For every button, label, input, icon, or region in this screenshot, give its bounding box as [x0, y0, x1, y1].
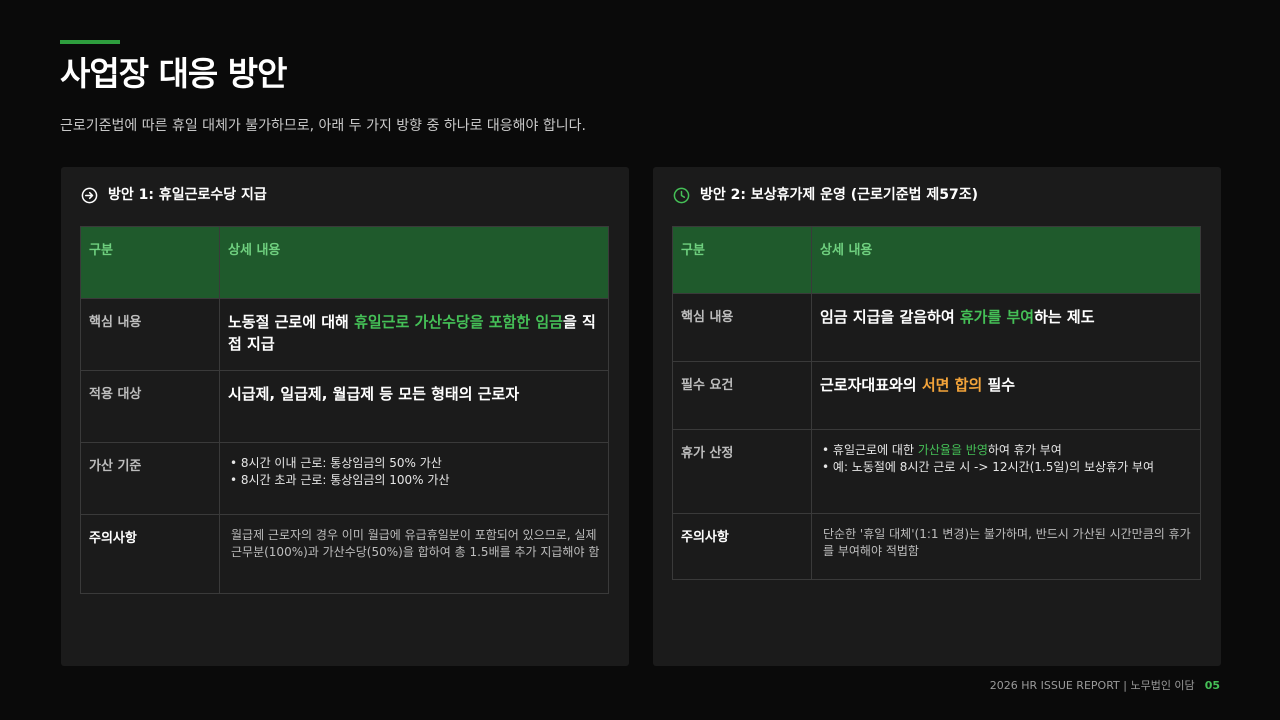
table-row: 휴가 산정 휴일근로에 대한 가산율을 반영하여 휴가 부여 예: 노동절에 8…	[672, 429, 1201, 514]
option-2-title: 방안 2: 보상휴가제 운영 (근로기준법 제57조)	[700, 187, 979, 203]
footer-text: 2026 HR ISSUE REPORT | 노무법인 이담	[989, 679, 1195, 692]
row-value-caution: 월급제 근로자의 경우 이미 월급에 유급휴일분이 포함되어 있으므로, 실제 …	[219, 514, 609, 594]
page-number: 05	[1204, 679, 1220, 692]
column-header-detail: 상세 내용	[811, 226, 1201, 294]
calc-item1-pre: 휴일근로에 대한	[832, 443, 918, 457]
caution-text: 월급제 근로자의 경우 이미 월급에 유급휴일분이 포함되어 있으므로, 실제 …	[231, 528, 600, 559]
clock-icon	[673, 187, 690, 204]
row-value-rate: 8시간 이내 근로: 통상임금의 50% 가산 8시간 초과 근로: 통상임금의…	[219, 442, 609, 515]
row-label-scope: 적용 대상	[80, 370, 220, 443]
column-header-detail: 상세 내용	[219, 226, 609, 299]
page-subtitle: 근로기준법에 따른 휴일 대체가 불가하므로, 아래 두 가지 방향 중 하나로…	[60, 118, 586, 134]
core-text-post: 하는 제도	[1034, 308, 1095, 326]
table-header-row: 구분 상세 내용	[672, 226, 1201, 294]
footer: 2026 HR ISSUE REPORT | 노무법인 이담 05	[990, 678, 1220, 694]
option-1-header: 방안 1: 휴일근로수당 지급	[81, 185, 267, 205]
option-1-title: 방안 1: 휴일근로수당 지급	[108, 187, 267, 203]
column-header-category: 구분	[80, 226, 220, 299]
title-accent-bar	[60, 40, 120, 44]
list-item: 8시간 초과 근로: 통상임금의 100% 가산	[230, 472, 600, 489]
option-1-table: 구분 상세 내용 핵심 내용 노동절 근로에 대해 휴일근로 가산수당을 포함한…	[80, 226, 609, 594]
list-item: 8시간 이내 근로: 통상임금의 50% 가산	[230, 455, 600, 472]
option-2-panel: 방안 2: 보상휴가제 운영 (근로기준법 제57조) 구분 상세 내용 핵심 …	[653, 167, 1221, 666]
row-value-calc: 휴일근로에 대한 가산율을 반영하여 휴가 부여 예: 노동절에 8시간 근로 …	[811, 429, 1201, 514]
table-row: 주의사항 단순한 '휴일 대체'(1:1 변경)는 불가하며, 반드시 가산된 …	[672, 513, 1201, 580]
list-item: 예: 노동절에 8시간 근로 시 -> 12시간(1.5일)의 보상휴가 부여	[822, 459, 1192, 476]
core-text-highlight: 휴일근로 가산수당을 포함한 임금	[354, 313, 563, 331]
table-row: 핵심 내용 임금 지급을 갈음하여 휴가를 부여하는 제도	[672, 293, 1201, 362]
row-value-requirement: 근로자대표와의 서면 합의 필수	[811, 361, 1201, 430]
table-row: 필수 요건 근로자대표와의 서면 합의 필수	[672, 361, 1201, 430]
column-header-category: 구분	[672, 226, 812, 294]
req-text-highlight: 서면 합의	[921, 376, 983, 394]
row-label-core: 핵심 내용	[80, 298, 220, 371]
option-1-panel: 방안 1: 휴일근로수당 지급 구분 상세 내용 핵심 내용 노동절 근로에 대…	[61, 167, 629, 666]
calc-item1-highlight: 가산율을 반영	[917, 443, 988, 457]
scope-text: 시급제, 일급제, 월급제 등 모든 형태의 근로자	[228, 385, 520, 403]
arrow-circle-right-icon	[81, 187, 98, 204]
core-text-pre: 노동절 근로에 대해	[228, 313, 355, 331]
row-value-scope: 시급제, 일급제, 월급제 등 모든 형태의 근로자	[219, 370, 609, 443]
row-label-caution: 주의사항	[672, 513, 812, 580]
row-value-core: 노동절 근로에 대해 휴일근로 가산수당을 포함한 임금을 직접 지급	[219, 298, 609, 371]
caution-text: 단순한 '휴일 대체'(1:1 변경)는 불가하며, 반드시 가산된 시간만큼의…	[823, 527, 1191, 558]
row-value-caution: 단순한 '휴일 대체'(1:1 변경)는 불가하며, 반드시 가산된 시간만큼의…	[811, 513, 1201, 580]
req-text-pre: 근로자대표와의	[820, 376, 922, 394]
calc-item1-post: 하여 휴가 부여	[987, 443, 1062, 457]
row-value-core: 임금 지급을 갈음하여 휴가를 부여하는 제도	[811, 293, 1201, 362]
table-row: 가산 기준 8시간 이내 근로: 통상임금의 50% 가산 8시간 초과 근로:…	[80, 442, 609, 515]
table-header-row: 구분 상세 내용	[80, 226, 609, 299]
option-2-table: 구분 상세 내용 핵심 내용 임금 지급을 갈음하여 휴가를 부여하는 제도 필…	[672, 226, 1201, 580]
row-label-requirement: 필수 요건	[672, 361, 812, 430]
core-text-pre: 임금 지급을 갈음하여	[820, 308, 960, 326]
core-text-highlight: 휴가를 부여	[959, 308, 1035, 326]
table-row: 주의사항 월급제 근로자의 경우 이미 월급에 유급휴일분이 포함되어 있으므로…	[80, 514, 609, 594]
req-text-post: 필수	[982, 376, 1016, 394]
row-label-core: 핵심 내용	[672, 293, 812, 362]
table-row: 핵심 내용 노동절 근로에 대해 휴일근로 가산수당을 포함한 임금을 직접 지…	[80, 298, 609, 371]
page-title: 사업장 대응 방안	[60, 54, 287, 93]
row-label-caution: 주의사항	[80, 514, 220, 594]
option-2-header: 방안 2: 보상휴가제 운영 (근로기준법 제57조)	[673, 185, 978, 205]
list-item: 휴일근로에 대한 가산율을 반영하여 휴가 부여	[822, 442, 1192, 459]
table-row: 적용 대상 시급제, 일급제, 월급제 등 모든 형태의 근로자	[80, 370, 609, 443]
row-label-rate: 가산 기준	[80, 442, 220, 515]
row-label-calc: 휴가 산정	[672, 429, 812, 514]
